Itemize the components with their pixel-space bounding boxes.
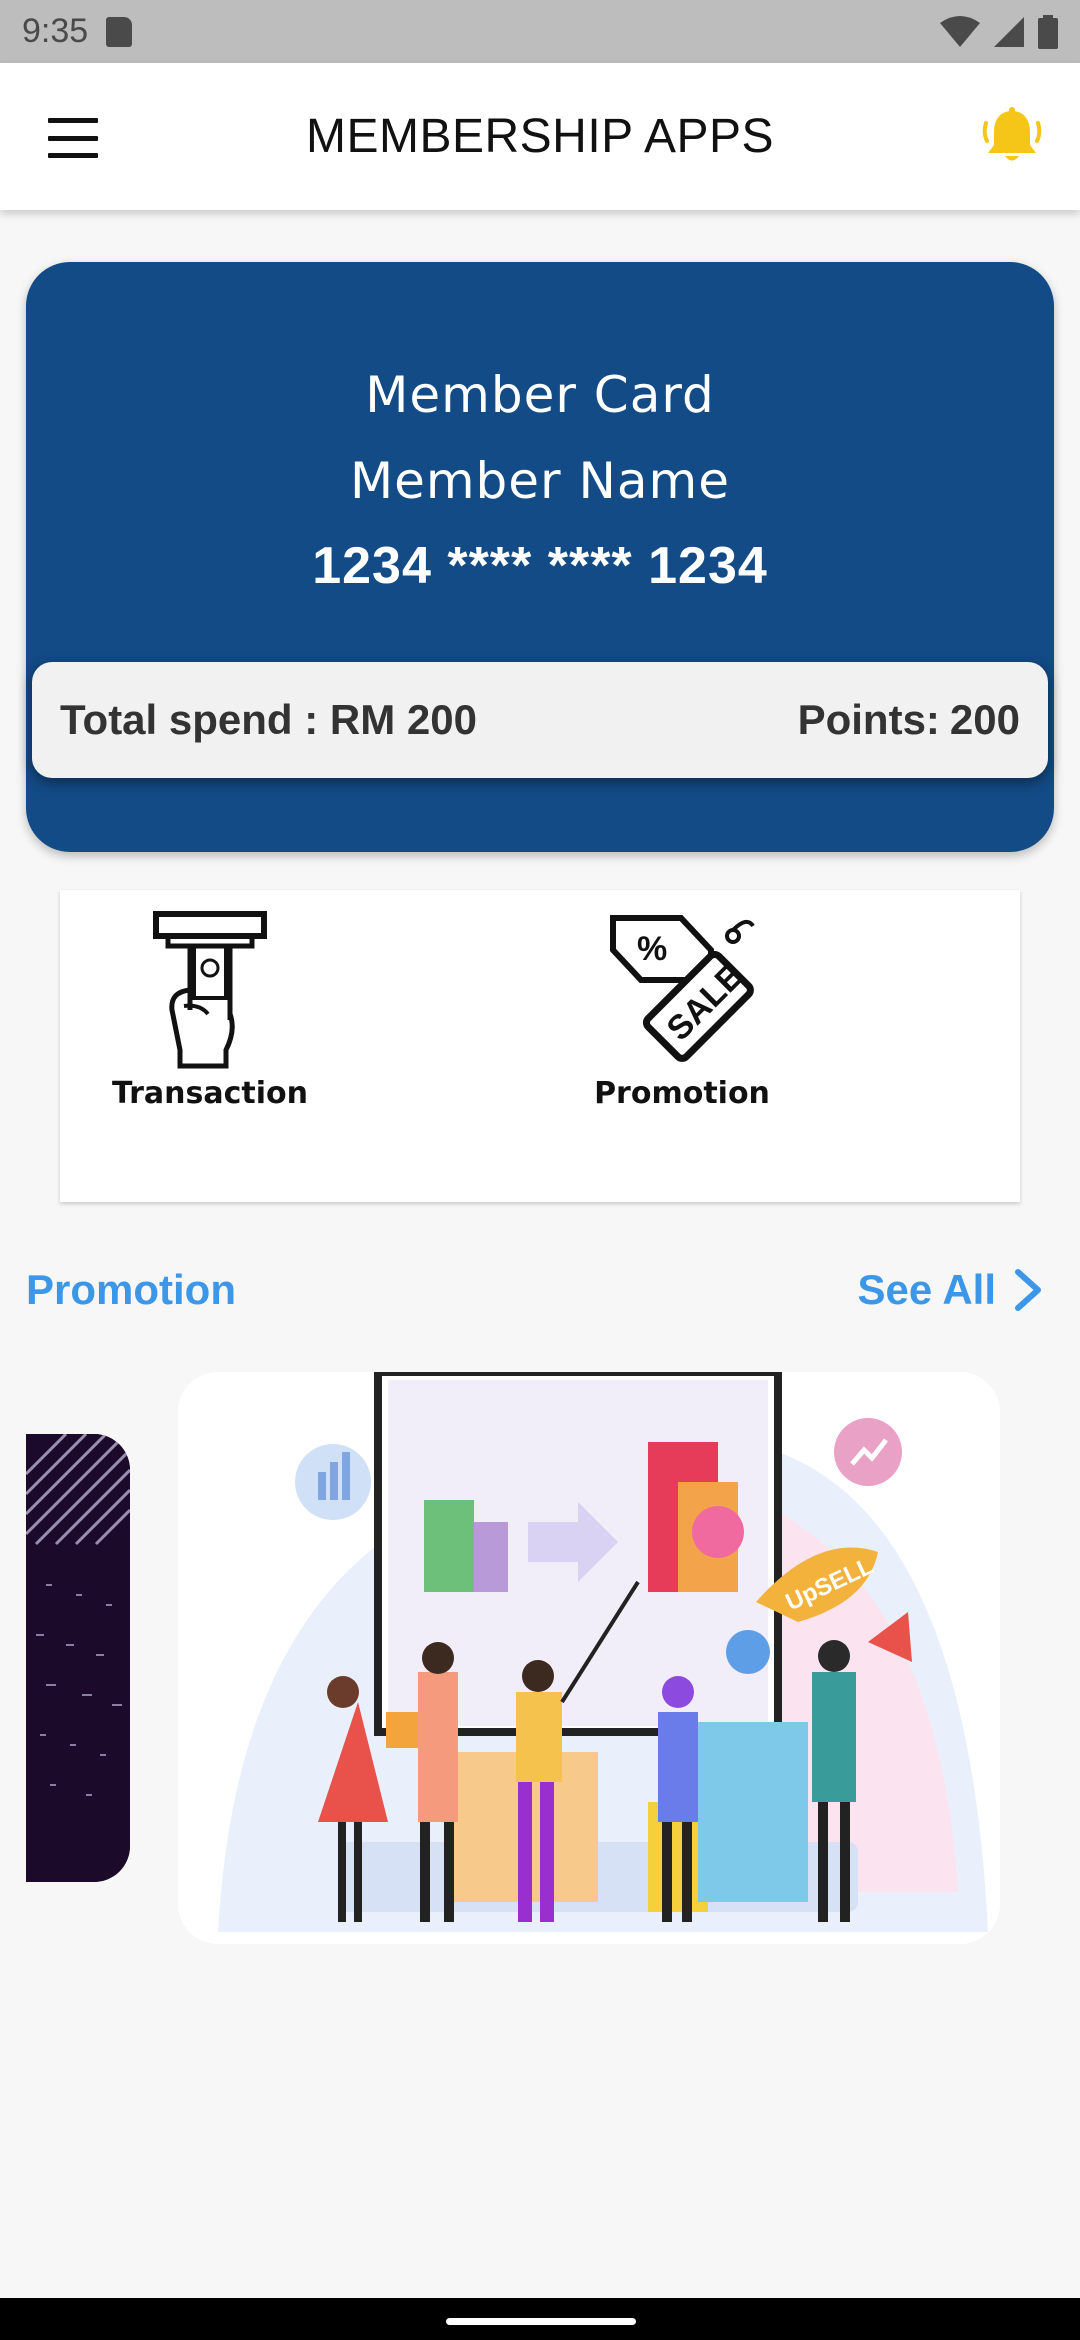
notification-bell-icon[interactable] <box>980 105 1044 169</box>
promotion-label: Promotion <box>594 1076 770 1111</box>
status-time: 9:35 <box>22 12 89 50</box>
chevron-right-icon <box>1015 1269 1041 1311</box>
wifi-icon <box>940 15 980 47</box>
promotion-banner-previous[interactable] <box>26 1434 130 1882</box>
home-gesture-handle[interactable] <box>446 2318 636 2325</box>
promotion-section-title: Promotion <box>26 1266 236 1313</box>
points-value: 200 <box>949 696 1020 743</box>
sd-card-icon <box>106 16 133 47</box>
promotion-button[interactable]: % SALE Promotion <box>532 910 832 1111</box>
signal-icon <box>994 16 1024 47</box>
member-name: Member Name <box>349 452 731 510</box>
points-label: Points: <box>797 696 940 743</box>
transaction-button[interactable]: Transaction <box>60 910 360 1111</box>
atm-withdraw-icon <box>153 911 267 1069</box>
card-number: 1234 **** **** 1234 <box>312 537 768 595</box>
see-all-label: See All <box>857 1266 996 1313</box>
promotion-banner-image: UpSELL <box>178 1372 1000 1944</box>
promotion-banner-current[interactable]: UpSELL <box>178 1372 1000 1944</box>
total-spend: Total spend : RM 200 <box>60 696 477 743</box>
card-summary-bar: Total spend : RM 200 Points: 200 <box>32 662 1048 778</box>
svg-text:%: % <box>637 930 667 968</box>
status-bar: 9:35 <box>0 0 1080 63</box>
transaction-label: Transaction <box>111 1076 309 1111</box>
points: Points: 200 <box>798 696 1020 744</box>
member-card-title: Member Card <box>365 366 715 424</box>
quick-actions-panel: Transaction % SALE Promotion <box>60 890 1020 1202</box>
see-all-link[interactable]: See All <box>857 1266 1042 1314</box>
promotion-banner-image <box>26 1434 130 1882</box>
status-icons <box>940 14 1058 49</box>
sale-tag-icon: % SALE <box>610 915 755 1062</box>
page-title: MEMBERSHIP APPS <box>305 110 775 163</box>
member-card: Member Card Member Name 1234 **** **** 1… <box>26 262 1054 852</box>
app-bar: MEMBERSHIP APPS <box>0 63 1080 210</box>
battery-icon <box>1038 14 1058 49</box>
